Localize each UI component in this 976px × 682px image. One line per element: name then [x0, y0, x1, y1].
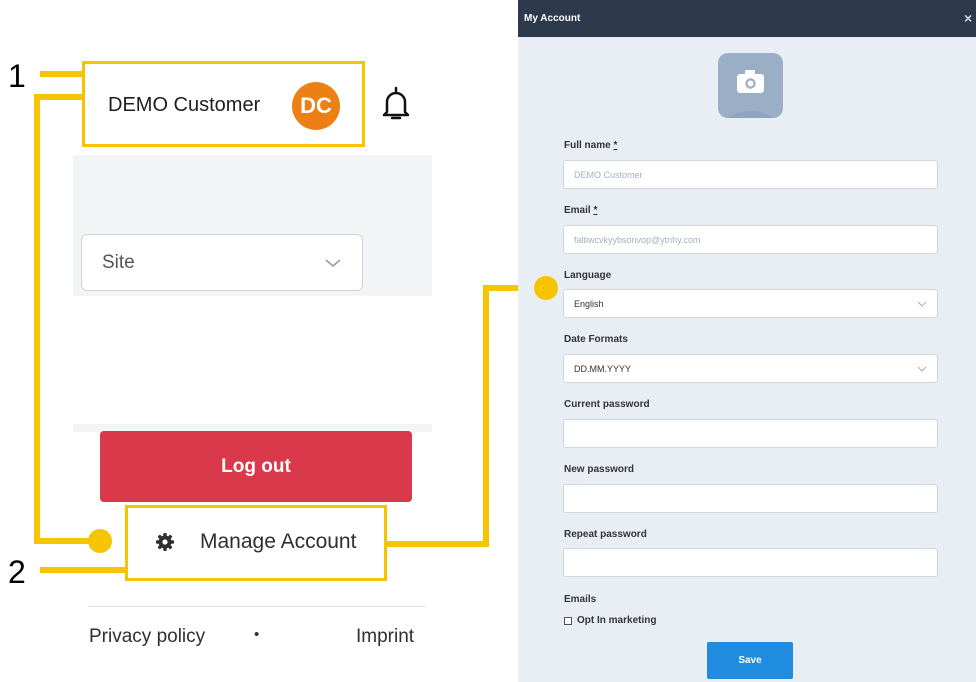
email-input[interactable]: faltiwcvkyybsonvop@ytnhy.com: [563, 225, 938, 254]
repeat-password-input[interactable]: [563, 548, 938, 577]
site-select-value: Site: [102, 251, 135, 273]
current-password-label: Current password: [564, 399, 650, 410]
date-formats-select[interactable]: DD.MM.YYYY: [563, 354, 938, 383]
annotation-line: [40, 567, 128, 573]
repeat-password-label: Repeat password: [564, 529, 647, 540]
annotation-line: [40, 71, 85, 77]
gear-icon[interactable]: [155, 532, 175, 552]
language-select[interactable]: English: [563, 289, 938, 318]
chevron-down-icon: [917, 299, 927, 309]
close-icon[interactable]: ×: [964, 10, 972, 26]
manage-account-link[interactable]: Manage Account: [200, 530, 356, 554]
profile-photo-upload[interactable]: [718, 53, 783, 118]
required-mark: *: [613, 140, 618, 151]
emails-label: Emails: [564, 594, 597, 605]
full-name-input[interactable]: DEMO Customer: [563, 160, 938, 189]
opt-in-checkbox[interactable]: [564, 617, 572, 625]
date-formats-value: DD.MM.YYYY: [574, 363, 632, 374]
required-mark: *: [593, 205, 598, 216]
logout-button[interactable]: Log out: [100, 431, 412, 502]
imprint-link[interactable]: Imprint: [356, 626, 414, 648]
user-name[interactable]: DEMO Customer: [108, 94, 260, 117]
date-formats-label: Date Formats: [564, 334, 628, 345]
opt-in-label: Opt In marketing: [577, 615, 657, 626]
annotation-line: [483, 285, 489, 547]
current-password-input[interactable]: [563, 419, 938, 448]
annotation-marker-2: 2: [8, 554, 26, 590]
full-name-label: Full name *: [564, 140, 618, 151]
privacy-policy-link[interactable]: Privacy policy: [89, 626, 205, 648]
profile-placeholder-icon: [728, 70, 773, 118]
new-password-label: New password: [564, 464, 635, 475]
annotation-dot: [534, 276, 558, 300]
language-value: English: [574, 298, 604, 309]
full-name-placeholder: DEMO Customer: [574, 169, 643, 180]
email-placeholder: faltiwcvkyybsonvop@ytnhy.com: [574, 234, 701, 245]
bell-icon[interactable]: [380, 84, 412, 124]
email-label: Email *: [564, 205, 598, 216]
avatar[interactable]: DC: [292, 82, 340, 130]
save-button[interactable]: Save: [707, 642, 793, 679]
annotation-marker-1: 1: [8, 58, 26, 94]
annotation-line: [34, 94, 40, 544]
new-password-input[interactable]: [563, 484, 938, 513]
footer-separator: •: [254, 626, 260, 643]
divider: [88, 606, 426, 607]
annotation-line: [34, 94, 85, 100]
annotation-line: [386, 541, 488, 547]
modal-header: My Account: [518, 0, 976, 37]
chevron-down-icon: [917, 364, 927, 374]
annotation-dot: [88, 529, 112, 553]
modal-title: My Account: [524, 13, 581, 24]
language-label: Language: [564, 270, 612, 281]
site-select[interactable]: Site: [81, 234, 363, 291]
chevron-down-icon: [324, 252, 342, 274]
